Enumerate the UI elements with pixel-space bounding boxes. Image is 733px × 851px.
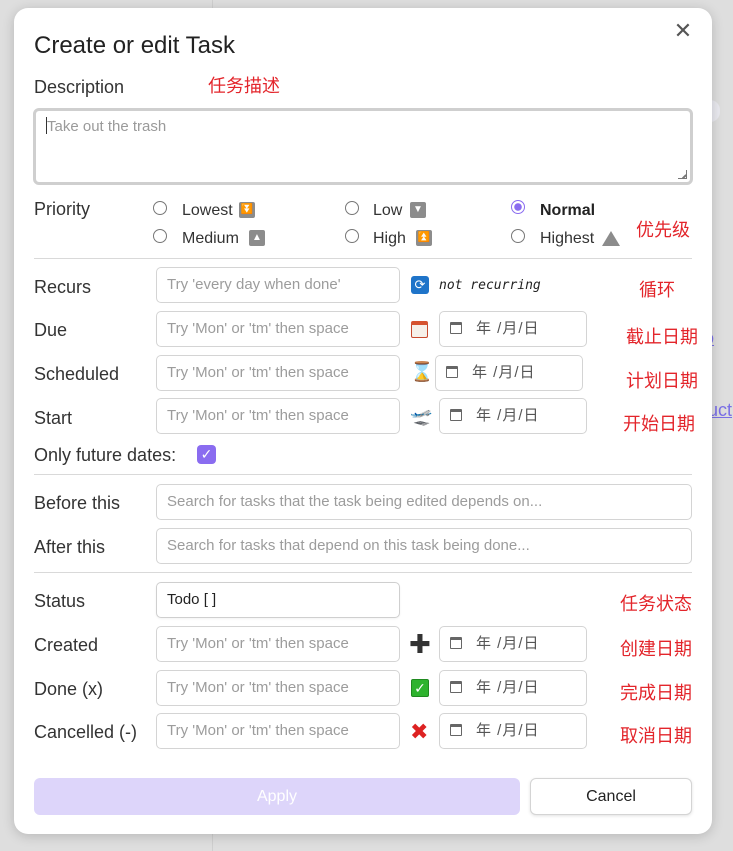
scheduled-date-picker[interactable]: 年 /月/日 [435, 355, 583, 391]
due-annotation: 截止日期 [626, 327, 698, 348]
created-plus-icon: ✚ [409, 629, 431, 659]
priority-label-normal[interactable]: Normal [540, 202, 595, 220]
cancelled-label: Cancelled (-) [34, 722, 138, 742]
priority-radio-highest[interactable] [511, 229, 525, 243]
before-this-label: Before this [34, 493, 121, 513]
calendar-icon [450, 322, 462, 334]
calendar-icon [450, 637, 462, 649]
due-date-picker[interactable]: 年 /月/日 [439, 311, 587, 347]
priority-label-highest[interactable]: Highest [540, 230, 594, 248]
start-date-picker[interactable]: 年 /月/日 [439, 398, 587, 434]
priority-radio-low[interactable] [345, 201, 359, 215]
after-this-input[interactable]: Search for tasks that depend on this tas… [156, 528, 692, 564]
done-date-picker[interactable]: 年 /月/日 [439, 670, 587, 706]
calendar-icon [450, 724, 462, 736]
low-priority-icon: ▼ [410, 202, 426, 218]
cancelled-input[interactable]: Try 'Mon' or 'tm' then space [156, 713, 400, 749]
hourglass-icon: ⌛ [410, 362, 434, 383]
priority-label: Priority [34, 199, 91, 219]
medium-priority-icon: ▲ [249, 230, 265, 246]
after-this-label: After this [34, 537, 106, 557]
priority-annotation: 优先级 [636, 220, 690, 241]
recurring-icon: ⟳ [411, 276, 429, 294]
done-input[interactable]: Try 'Mon' or 'tm' then space [156, 670, 400, 706]
done-annotation: 完成日期 [620, 683, 692, 704]
start-airplane-icon: 🛫 [410, 406, 433, 426]
apply-button[interactable]: Apply [34, 778, 520, 815]
status-annotation: 任务状态 [620, 594, 692, 615]
before-this-input[interactable]: Search for tasks that the task being edi… [156, 484, 692, 520]
recurs-value: not recurring [439, 278, 541, 293]
created-annotation: 创建日期 [620, 639, 692, 660]
only-future-dates-checkbox[interactable]: ✓ [197, 445, 216, 464]
modal-title: Create or edit Task [34, 32, 235, 59]
lowest-priority-icon: ⏬ [239, 202, 255, 218]
description-placeholder: Take out the trash [47, 118, 167, 135]
priority-radio-high[interactable] [345, 229, 359, 243]
priority-radio-lowest[interactable] [153, 201, 167, 215]
section-divider [34, 572, 692, 573]
calendar-icon [450, 409, 462, 421]
description-input[interactable]: Take out the trash [33, 108, 693, 185]
created-input[interactable]: Try 'Mon' or 'tm' then space [156, 626, 400, 662]
due-input[interactable]: Try 'Mon' or 'tm' then space [156, 311, 400, 347]
task-modal: Create or edit Task ✕ Description 任务描述 T… [14, 8, 712, 834]
created-label: Created [34, 635, 99, 655]
cancel-button[interactable]: Cancel [530, 778, 692, 815]
done-check-icon: ✓ [411, 679, 429, 697]
highest-priority-icon [602, 231, 620, 246]
cancelled-date-picker[interactable]: 年 /月/日 [439, 713, 587, 749]
calendar-icon [446, 366, 458, 378]
status-label: Status [34, 591, 86, 611]
only-future-dates-label: Only future dates: [34, 445, 177, 465]
section-divider [34, 474, 692, 475]
priority-label-low[interactable]: Low [373, 202, 402, 220]
created-date-picker[interactable]: 年 /月/日 [439, 626, 587, 662]
calendar-icon [450, 681, 462, 693]
due-label: Due [34, 320, 68, 340]
scheduled-label: Scheduled [34, 364, 120, 384]
priority-radio-normal[interactable] [511, 200, 525, 214]
cancelled-annotation: 取消日期 [620, 726, 692, 747]
start-input[interactable]: Try 'Mon' or 'tm' then space [156, 398, 400, 434]
scheduled-input[interactable]: Try 'Mon' or 'tm' then space [156, 355, 400, 391]
close-icon[interactable]: ✕ [672, 20, 694, 42]
recurs-annotation: 循环 [639, 280, 675, 301]
scheduled-annotation: 计划日期 [626, 371, 698, 392]
priority-label-medium[interactable]: Medium [182, 230, 239, 248]
resize-handle-icon[interactable] [678, 170, 687, 179]
start-annotation: 开始日期 [623, 414, 695, 435]
description-annotation: 任务描述 [208, 76, 280, 97]
due-calendar-icon [411, 321, 428, 338]
section-divider [34, 258, 692, 259]
cancelled-cross-icon: ✖ [410, 719, 429, 744]
priority-radio-medium[interactable] [153, 229, 167, 243]
recurs-input[interactable]: Try 'every day when done' [156, 267, 400, 303]
description-label: Description [34, 77, 125, 97]
start-label: Start [34, 408, 73, 428]
recurs-label: Recurs [34, 277, 92, 297]
status-select[interactable]: Todo [ ] [156, 582, 400, 618]
done-label: Done (x) [34, 679, 104, 699]
priority-label-high[interactable]: High [373, 230, 406, 248]
priority-label-lowest[interactable]: Lowest [182, 202, 233, 220]
high-priority-icon: ⏫ [416, 230, 432, 246]
